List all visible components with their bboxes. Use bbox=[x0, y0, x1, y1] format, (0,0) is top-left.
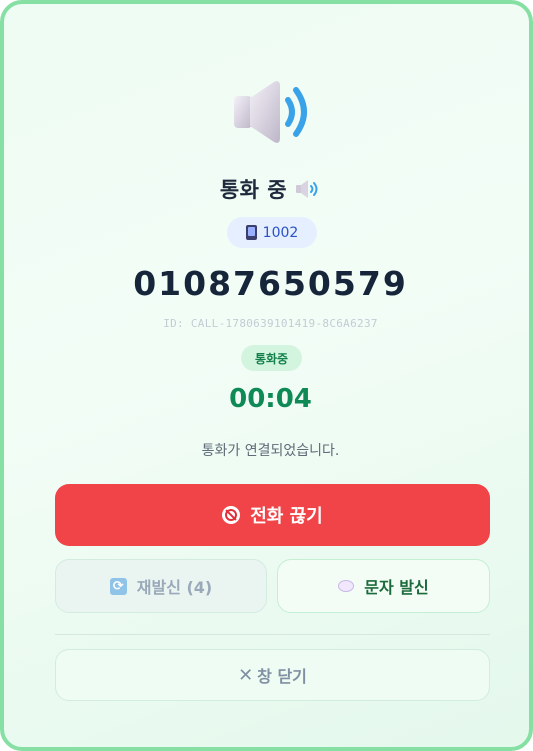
call-panel: 통화 중 1002 01087650579 ID: CALL-178063910… bbox=[0, 0, 533, 751]
phone-number: 01087650579 bbox=[133, 264, 408, 303]
close-icon: ✕ bbox=[238, 664, 254, 686]
hangup-button[interactable]: 전화 끊기 bbox=[55, 484, 490, 546]
status-badge: 통화중 bbox=[241, 345, 302, 371]
speaker-icon bbox=[296, 180, 318, 198]
call-timer: 00:04 bbox=[229, 384, 312, 414]
call-title-row: 통화 중 bbox=[4, 174, 533, 204]
call-title: 통화 중 bbox=[219, 178, 288, 202]
redial-button[interactable]: ⟳ 재발신 (4) bbox=[55, 559, 267, 613]
speaker-icon bbox=[234, 81, 307, 143]
close-window-button[interactable]: ✕ 창 닫기 bbox=[55, 649, 490, 701]
divider bbox=[55, 634, 490, 635]
call-id: ID: CALL-1780639101419-8C6A6237 bbox=[163, 317, 378, 330]
redial-label: 재발신 (4) bbox=[136, 578, 213, 597]
no-phone-icon bbox=[222, 506, 241, 524]
speech-bubble-icon bbox=[338, 580, 355, 592]
repeat-icon: ⟳ bbox=[109, 577, 127, 595]
extension-number: 1002 bbox=[262, 224, 299, 241]
sms-label: 문자 발신 bbox=[364, 578, 429, 597]
extension-badge: 1002 bbox=[227, 217, 317, 248]
send-sms-button[interactable]: 문자 발신 bbox=[277, 559, 490, 613]
mobile-phone-icon bbox=[245, 225, 257, 240]
status-message: 통화가 연결되었습니다. bbox=[201, 443, 340, 459]
close-label: 창 닫기 bbox=[257, 667, 307, 686]
hangup-label: 전화 끊기 bbox=[250, 506, 323, 527]
